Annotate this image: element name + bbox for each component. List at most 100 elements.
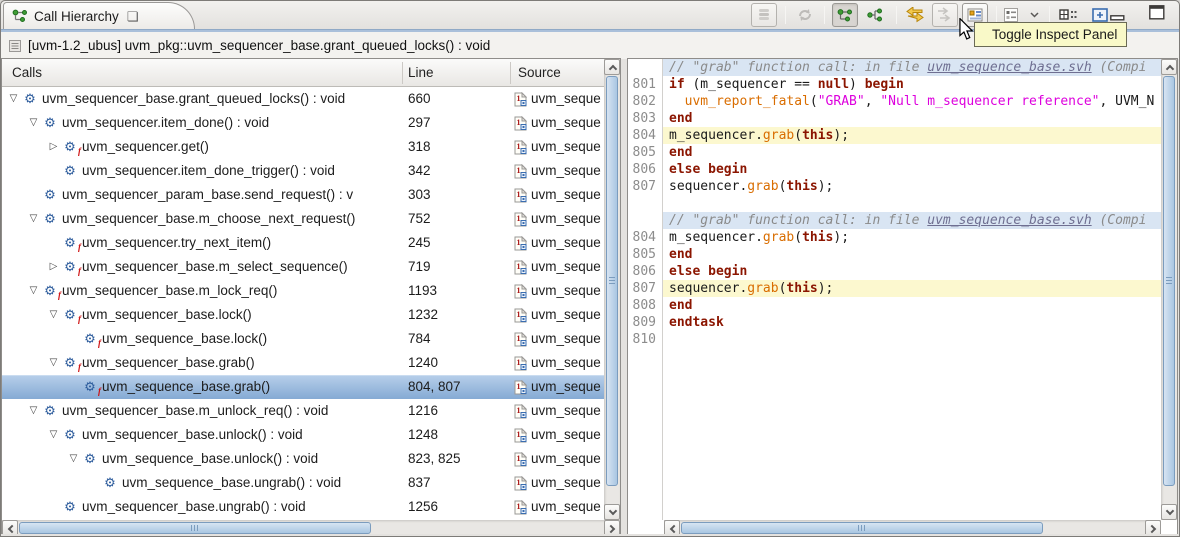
collapse-arrow-icon[interactable]: ▽ xyxy=(46,303,61,327)
code-token: end xyxy=(669,247,693,262)
tree-row[interactable]: ⚙ uvm_sequencer_param_base.send_request()… xyxy=(2,183,604,207)
column-header-source[interactable]: Source xyxy=(518,59,561,86)
collapse-arrow-icon[interactable]: ▽ xyxy=(26,279,41,303)
call-label: uvm_sequencer_base.m_choose_next_request… xyxy=(62,211,356,226)
call-label: uvm_sequencer_base.lock() xyxy=(82,307,252,322)
content-area: Calls Line Source ▽ ⚙ uvm_sequencer_base.g… xyxy=(1,58,1179,536)
code-token: this xyxy=(786,179,818,194)
systemverilog-file-icon: 1 xyxy=(514,259,527,274)
code-token: , xyxy=(864,94,881,109)
code-line: 801 if (m_sequencer == null) begin xyxy=(628,76,1161,93)
tree-row[interactable]: ▽ ⚙ uvm_sequencer_base.m_choose_next_reque… xyxy=(2,207,604,231)
tree-row[interactable]: ▷ ⚙ f uvm_sequencer.get() 318 1 uvm_seque xyxy=(2,135,604,159)
column-divider[interactable] xyxy=(510,62,511,84)
column-divider[interactable] xyxy=(402,62,403,84)
code-line-body: uvm_report_fatal("GRAB", "Null m_sequenc… xyxy=(663,93,1161,110)
tree-row[interactable]: ▽ ⚙ uvm_sequence_base.unlock() : void 823, … xyxy=(2,447,604,471)
expand-arrow-icon[interactable]: ▷ xyxy=(46,255,61,279)
code-line xyxy=(628,195,1161,212)
editor-vertical-scrollbar[interactable] xyxy=(1161,59,1177,520)
tree-row[interactable]: ▽ ⚙ uvm_sequencer_base.unlock() : void 1248… xyxy=(2,423,604,447)
expand-arrow-icon[interactable]: ▷ xyxy=(46,135,61,159)
toggle-direction-button[interactable] xyxy=(902,3,928,27)
column-header-line[interactable]: Line xyxy=(408,59,434,86)
call-hierarchy-view: Call Hierarchy ❏ [uvm-1.2_ubus] uvm_pkg:… xyxy=(0,0,1180,537)
code-line-body: m_sequencer.grab(this); xyxy=(663,229,1161,246)
source-file-name: uvm_seque xyxy=(531,355,601,370)
source-file-name: uvm_seque xyxy=(531,403,601,418)
collapse-arrow-icon[interactable]: ▽ xyxy=(26,111,41,135)
tree-row[interactable]: ⚙ f uvm_sequencer.try_next_item() 245 1 uvm_s… xyxy=(2,231,604,255)
layers-button[interactable] xyxy=(751,3,777,27)
tree-row[interactable]: ▽ ⚙ f uvm_sequencer_base.lock() 1232 1 uvm_seq… xyxy=(2,303,604,327)
svg-text:1: 1 xyxy=(517,118,521,127)
tree-vertical-scrollbar[interactable] xyxy=(604,59,620,520)
tab-call-hierarchy[interactable]: Call Hierarchy ❏ xyxy=(3,2,195,29)
code-line-body: if (m_sequencer == null) begin xyxy=(663,76,1161,93)
refresh-button[interactable] xyxy=(792,3,818,27)
tree-row[interactable]: ⚙ f uvm_sequence_base.lock() 784 1 uvm_seque xyxy=(2,327,604,351)
tree-row[interactable]: ▽ ⚙ uvm_sequencer_base.m_unlock_req() : vo… xyxy=(2,399,604,423)
code-token: else xyxy=(669,162,701,177)
tree-row[interactable]: ▽ ⚙ f uvm_sequencer_base.m_lock_req() 1193 1 u… xyxy=(2,279,604,303)
collapse-arrow-icon[interactable]: ▽ xyxy=(26,399,41,423)
code-line-body: end xyxy=(663,246,1161,263)
code-token: grab xyxy=(747,179,779,194)
scroll-up-button[interactable] xyxy=(1161,59,1177,75)
call-label: uvm_sequence_base.ungrab() : void xyxy=(122,475,342,490)
svg-text:1: 1 xyxy=(517,94,521,103)
tree-row[interactable]: ▷ ⚙ f uvm_sequencer_base.m_select_sequence(… xyxy=(2,255,604,279)
source-file-name: uvm_seque xyxy=(531,331,601,346)
method-gear-icon: ⚙ f xyxy=(64,139,81,156)
column-header-calls[interactable]: Calls xyxy=(12,59,42,86)
line-number-cell: 823, 825 xyxy=(408,451,461,466)
method-gear-icon: ⚙ xyxy=(84,451,96,466)
collapse-arrow-icon[interactable]: ▽ xyxy=(26,207,41,231)
maximize-button[interactable] xyxy=(1149,5,1165,23)
close-icon[interactable]: ❏ xyxy=(127,10,139,23)
tree-row[interactable]: ⚙ uvm_sequencer_base.ungrab() : void 1256 1… xyxy=(2,495,604,519)
source-cell: 1 uvm_seque xyxy=(514,159,604,183)
tree-row[interactable]: ▽ ⚙ f uvm_sequencer_base.grab() 1240 1 uvm_seq… xyxy=(2,351,604,375)
tree-row[interactable]: ⚙ f uvm_sequence_base.grab() 804, 807 1 uvm_s… xyxy=(2,375,604,399)
collapse-arrow-icon[interactable]: ▽ xyxy=(66,447,81,471)
caller-hierarchy-icon xyxy=(837,9,852,22)
source-file-name: uvm_seque xyxy=(531,307,601,322)
file-link[interactable]: uvm_sequence_base.svh xyxy=(927,213,1091,228)
code-line-body xyxy=(663,331,1161,348)
collapse-arrow-icon[interactable]: ▽ xyxy=(46,351,61,375)
collapse-arrow-icon[interactable]: ▽ xyxy=(6,87,21,111)
code-line: 810 xyxy=(628,331,1161,348)
tree-row[interactable]: ⚙ uvm_sequence_base.ungrab() : void 837 1 uv… xyxy=(2,471,604,495)
gutter-line-number: 805 xyxy=(632,247,656,262)
svg-text:1: 1 xyxy=(517,334,521,343)
systemverilog-file-icon: 1 xyxy=(514,187,527,202)
call-label: uvm_sequence_base.unlock() : void xyxy=(102,451,319,466)
line-number-cell: 804, 807 xyxy=(408,379,461,394)
code-line: 802 uvm_report_fatal("GRAB", "Null m_seq… xyxy=(628,93,1161,110)
file-link[interactable]: uvm_sequence_base.svh xyxy=(927,60,1091,75)
svg-text:1: 1 xyxy=(517,310,521,319)
next-occurrence-button[interactable] xyxy=(932,3,958,27)
tree-row[interactable]: ▽ ⚙ uvm_sequencer.item_done() : void 297 1 uv… xyxy=(2,111,604,135)
caller-hierarchy-button[interactable] xyxy=(832,3,858,27)
tree-row[interactable]: ▽ ⚙ uvm_sequencer_base.grant_queued_locks(… xyxy=(2,87,604,111)
collapse-arrow-icon[interactable]: ▽ xyxy=(46,423,61,447)
tree-vscroll-thumb[interactable] xyxy=(606,76,618,486)
source-cell: 1 uvm_seque xyxy=(514,111,604,135)
source-file-name: uvm_seque xyxy=(531,187,601,202)
tree-row[interactable]: ⚙ uvm_sequencer.item_done_trigger() : voi… xyxy=(2,159,604,183)
tree-hscroll-thumb[interactable] xyxy=(19,522,371,534)
editor-vscroll-thumb[interactable] xyxy=(1163,76,1175,486)
editor-hscroll-thumb[interactable] xyxy=(681,522,1043,534)
code-line-body: end xyxy=(663,110,1161,127)
code-line: 805 end xyxy=(628,246,1161,263)
code-line-body: sequencer.grab(this); xyxy=(663,280,1161,297)
method-gear-icon: ⚙ f xyxy=(64,355,81,372)
gutter-line-number: 806 xyxy=(632,264,656,279)
scroll-down-button[interactable] xyxy=(604,504,620,520)
code-line: 805 end xyxy=(628,144,1161,161)
scroll-up-button[interactable] xyxy=(604,59,620,75)
callee-hierarchy-button[interactable] xyxy=(862,3,888,27)
scroll-down-button[interactable] xyxy=(1161,504,1177,520)
